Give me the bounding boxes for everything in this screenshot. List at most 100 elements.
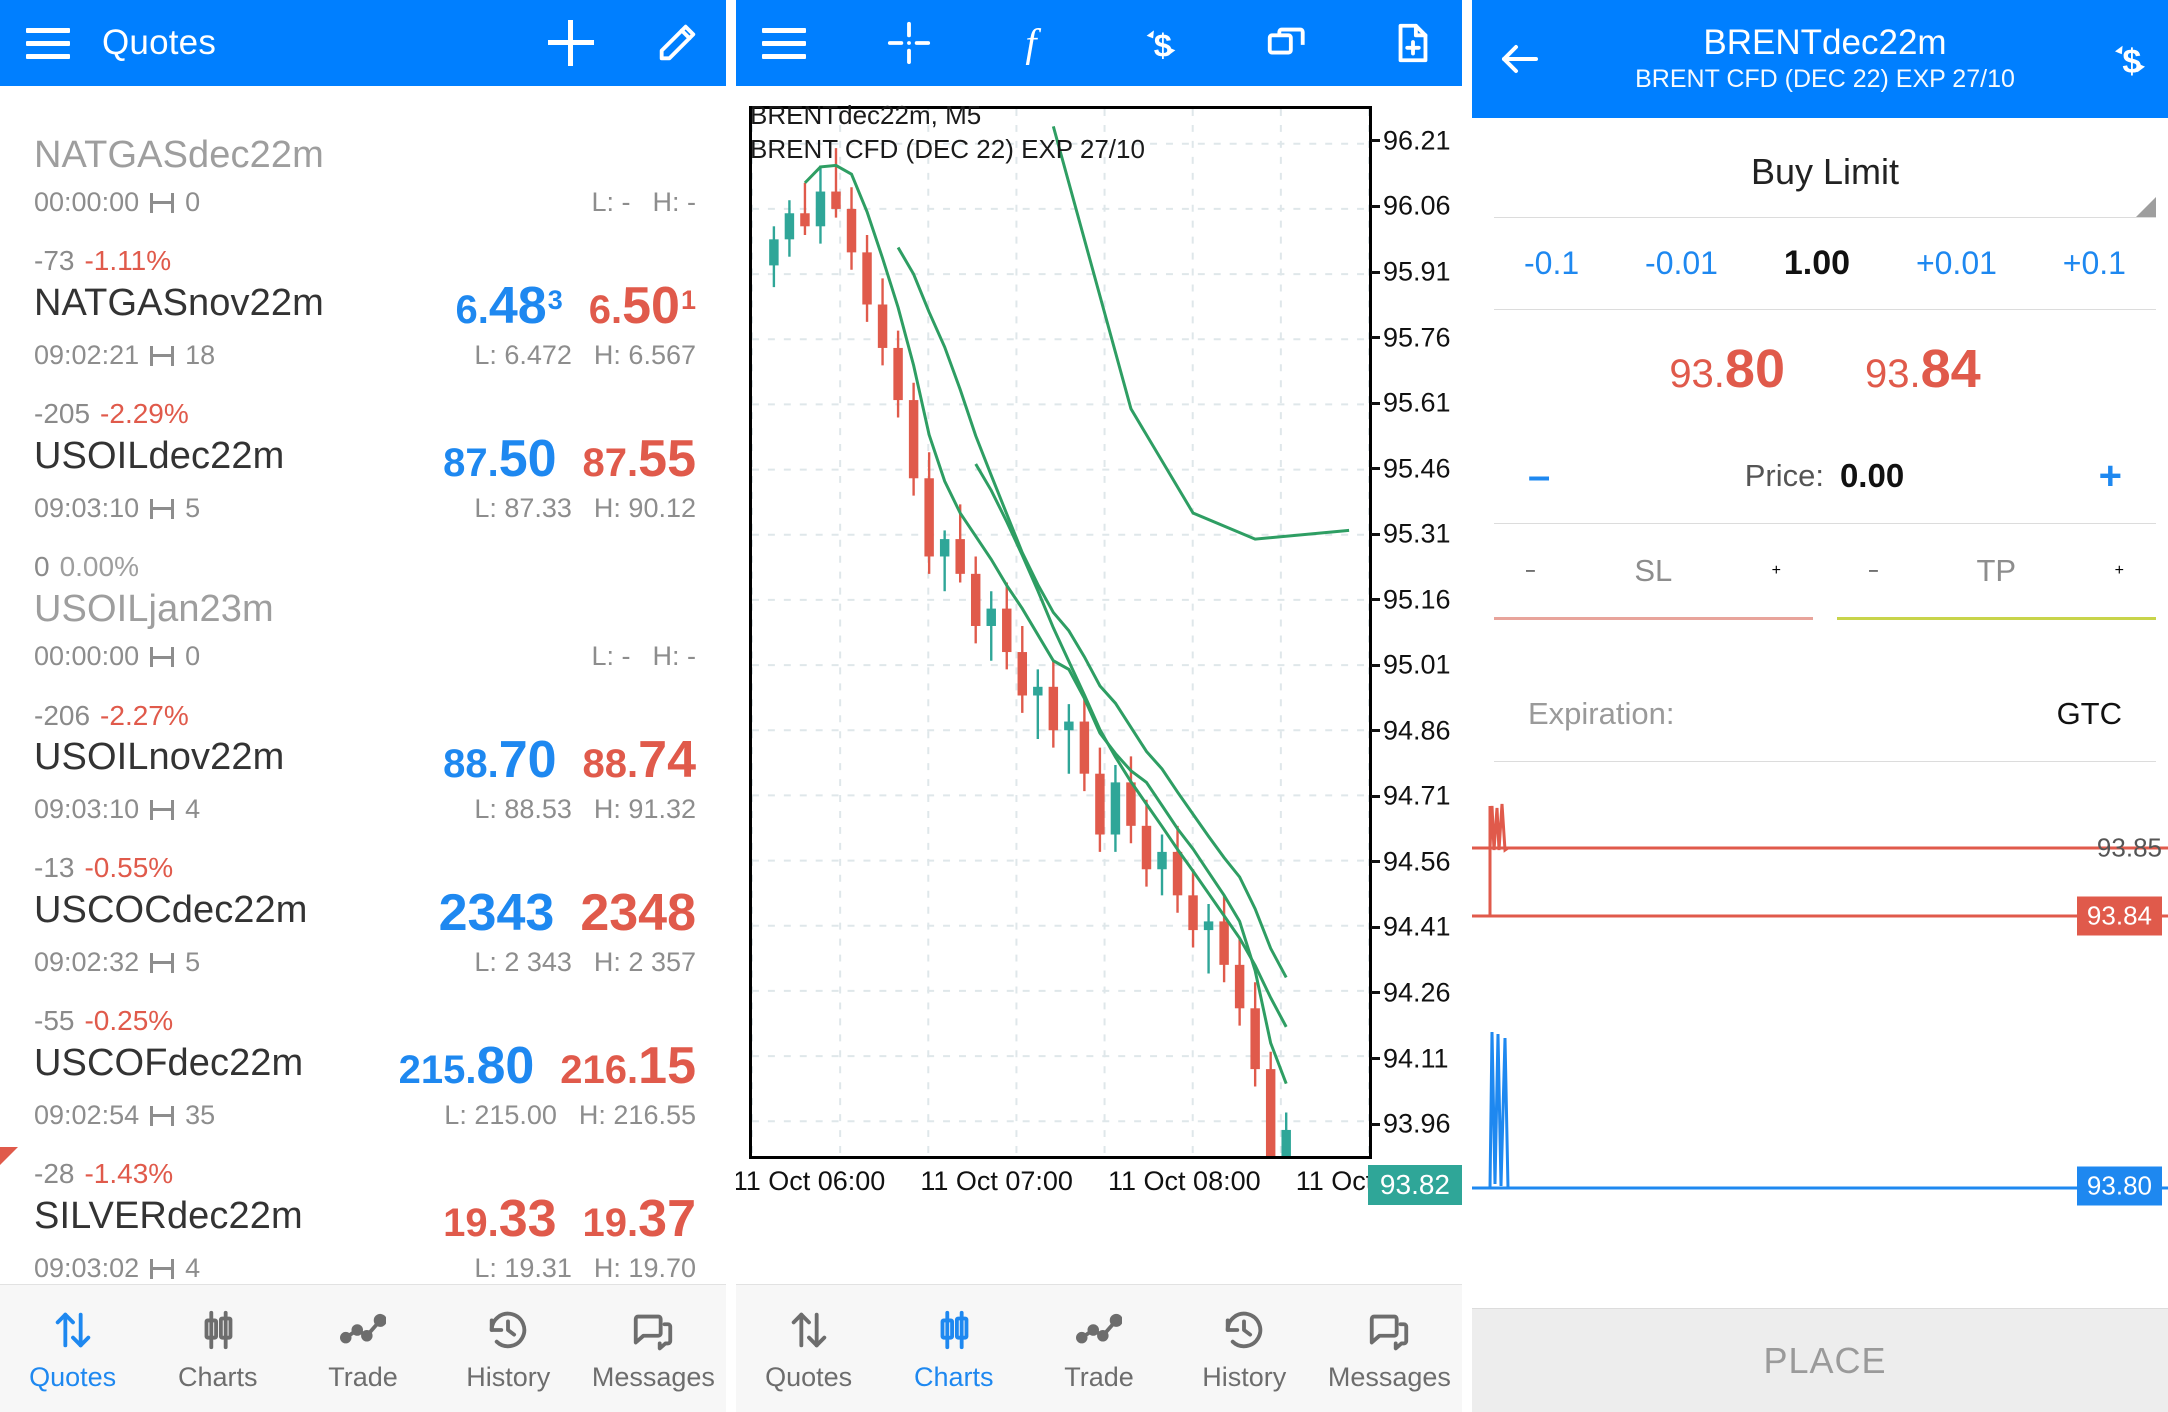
quote-row[interactable]: -13 -0.55% USCOCdec22m 2343 2348 09:02:32 5… xyxy=(0,841,726,994)
order-header-titles: BRENTdec22m BRENT CFD (DEC 22) EXP 27/10 xyxy=(1566,23,2084,96)
function-f-icon[interactable]: f xyxy=(1012,20,1058,66)
price-decrement-button[interactable]: – xyxy=(1528,456,1550,496)
bid-price: 215.80 xyxy=(398,1037,535,1096)
nav-item-history[interactable]: History xyxy=(1172,1306,1317,1391)
hamburger-icon[interactable] xyxy=(26,26,70,60)
quote-symbol: USCOCdec22m xyxy=(34,889,308,932)
quote-change xyxy=(34,94,696,132)
bid-ask-row: 93.80 93.84 xyxy=(1472,310,2168,428)
order-type-selector[interactable]: Buy Limit xyxy=(1494,126,2156,218)
quote-symbol: USOILjan23m xyxy=(34,587,274,630)
price-field-row[interactable]: – Price: 0.00 + xyxy=(1494,428,2156,524)
volume-minus-small[interactable]: -0.01 xyxy=(1645,245,1718,282)
volume-value[interactable]: 1.00 xyxy=(1784,244,1850,283)
nav-item-charts[interactable]: Charts xyxy=(881,1306,1026,1391)
quote-change: -13 -0.55% xyxy=(34,852,174,884)
sl-field[interactable]: – SL + xyxy=(1494,524,1813,620)
y-axis-tick: 95.46 xyxy=(1372,453,1451,484)
nav-item-messages[interactable]: Messages xyxy=(1317,1306,1462,1391)
quotes-panel: Quotes NATGASdec22m 00:00:000 L: -H: - xyxy=(0,0,726,1412)
add-object-icon[interactable] xyxy=(1390,20,1436,66)
y-axis-tick: 94.11 xyxy=(1372,1043,1449,1074)
arrows-up-down-icon xyxy=(50,1306,96,1354)
quotes-list[interactable]: NATGASdec22m 00:00:00 0 L: - H: - -73 -1.11… xyxy=(0,86,726,1284)
quote-row[interactable]: 0 0.00% USOILjan23m 00:00:00 0 L: - H: - xyxy=(0,540,726,688)
bottom-nav[interactable]: Quotes Charts Trade History Messages xyxy=(0,1284,726,1412)
chart-plot-area[interactable] xyxy=(749,106,1372,1159)
svg-text:$: $ xyxy=(2122,43,2141,81)
bid-price: 88.70 xyxy=(443,731,557,790)
quote-time-spread: 09:02:54 35 xyxy=(34,1100,216,1131)
price-value[interactable]: 0.00 xyxy=(1840,457,1904,495)
tp-field[interactable]: – TP + xyxy=(1837,524,2156,620)
svg-text:f: f xyxy=(1025,20,1041,65)
chart-body[interactable]: BRENTdec22m, M5 BRENT CFD (DEC 22) EXP 2… xyxy=(736,86,1462,1284)
chart-toolbar: f $ xyxy=(736,0,1462,86)
y-axis-tick: 94.71 xyxy=(1372,781,1451,812)
tp-decrement-button[interactable]: – xyxy=(1869,562,1878,580)
quote-low-high: L: 6.472 H: 6.567 xyxy=(474,340,696,371)
quote-symbol: USOILdec22m xyxy=(34,435,285,478)
quote-row[interactable]: -55 -0.25% USCOFdec22m 215.80 216.15 09:02… xyxy=(0,994,726,1147)
order-form[interactable]: Buy Limit -0.1 -0.01 1.00 +0.01 +0.1 93.… xyxy=(1472,118,2168,1308)
nav-item-trade[interactable]: Trade xyxy=(290,1306,435,1391)
hamburger-icon[interactable] xyxy=(762,26,806,60)
dollar-trade-icon[interactable]: $ xyxy=(1138,20,1184,66)
quote-time-spread: 00:00:00 0 xyxy=(34,187,201,218)
quote-time-spread: 09:02:32 5 xyxy=(34,947,201,978)
windows-icon[interactable] xyxy=(1264,20,1310,66)
bid-price[interactable]: 93.80 xyxy=(1669,338,1785,400)
ask-price[interactable]: 93.84 xyxy=(1865,338,1981,400)
plus-icon[interactable] xyxy=(548,20,594,66)
y-axis-tick: 95.01 xyxy=(1372,650,1451,681)
quote-row[interactable]: -73 -1.11% NATGASnov22m 6.483 6.501 09:02:… xyxy=(0,234,726,387)
dollar-trade-icon[interactable]: $ xyxy=(2106,35,2154,83)
price-increment-button[interactable]: + xyxy=(2099,456,2122,496)
chat-bubble-icon xyxy=(1366,1306,1412,1354)
nav-item-quotes[interactable]: Quotes xyxy=(0,1306,145,1391)
quote-symbol: SILVERdec22m xyxy=(34,1195,303,1238)
quote-row[interactable]: -206 -2.27% USOILnov22m 88.70 88.74 09:03:… xyxy=(0,689,726,842)
tp-increment-button[interactable]: + xyxy=(2115,562,2124,580)
pencil-icon[interactable] xyxy=(654,20,700,66)
nav-item-trade[interactable]: Trade xyxy=(1026,1306,1171,1391)
y-axis-tick: 96.06 xyxy=(1372,191,1451,222)
sl-tp-row: – SL + – TP + xyxy=(1494,524,2156,620)
place-order-button[interactable]: PLACE xyxy=(1472,1308,2168,1412)
spread-icon xyxy=(149,952,175,973)
ask-gray-label: 93.85 xyxy=(2096,832,2162,863)
quote-time-spread: 00:00:00 0 xyxy=(34,641,201,672)
quote-time-spread: 09:03:10 4 xyxy=(34,794,201,825)
nav-item-messages[interactable]: Messages xyxy=(581,1306,726,1391)
arrow-left-icon[interactable] xyxy=(1496,35,1544,83)
y-axis-tick: 93.96 xyxy=(1372,1109,1451,1140)
bid-price: 87.50 xyxy=(443,430,557,489)
chart-symbol-label: BRENTdec22m, M5 BRENT CFD (DEC 22) EXP 2… xyxy=(750,98,1145,167)
expand-corner-icon xyxy=(2136,197,2156,217)
quote-row[interactable]: NATGASdec22m 00:00:00 0 L: - H: - xyxy=(0,86,726,234)
quote-row[interactable]: -205 -2.29% USOILdec22m 87.50 87.55 09:03:… xyxy=(0,387,726,540)
nav-label: Charts xyxy=(178,1362,258,1392)
quote-low-high: L: - H: - xyxy=(591,641,696,672)
volume-minus-large[interactable]: -0.1 xyxy=(1524,245,1579,282)
nav-label: Charts xyxy=(914,1362,994,1392)
quote-symbol: USCOFdec22m xyxy=(34,1042,304,1085)
nav-item-charts[interactable]: Charts xyxy=(145,1306,290,1391)
bottom-nav-charts[interactable]: Quotes Charts Trade History Messages xyxy=(736,1284,1462,1412)
volume-plus-large[interactable]: +0.1 xyxy=(2063,245,2126,282)
expiration-row[interactable]: Expiration: GTC xyxy=(1494,666,2156,762)
order-panel: BRENTdec22m BRENT CFD (DEC 22) EXP 27/10… xyxy=(1472,0,2168,1412)
sl-decrement-button[interactable]: – xyxy=(1526,562,1535,580)
nav-item-quotes[interactable]: Quotes xyxy=(736,1306,881,1391)
volume-plus-small[interactable]: +0.01 xyxy=(1916,245,1997,282)
quote-row[interactable]: -28 -1.43% SILVERdec22m 19.33 19.37 09:03:… xyxy=(0,1147,726,1284)
nav-label: Quotes xyxy=(29,1362,117,1392)
sl-increment-button[interactable]: + xyxy=(1772,562,1781,580)
y-axis-tick: 94.41 xyxy=(1372,912,1451,943)
order-symbol-title: BRENTdec22m xyxy=(1703,22,1947,62)
nav-item-history[interactable]: History xyxy=(436,1306,581,1391)
alert-corner-icon xyxy=(0,1147,18,1166)
volume-stepper-row[interactable]: -0.1 -0.01 1.00 +0.01 +0.1 xyxy=(1494,218,2156,310)
crosshair-icon[interactable] xyxy=(886,20,932,66)
expiration-value[interactable]: GTC xyxy=(2057,696,2122,732)
